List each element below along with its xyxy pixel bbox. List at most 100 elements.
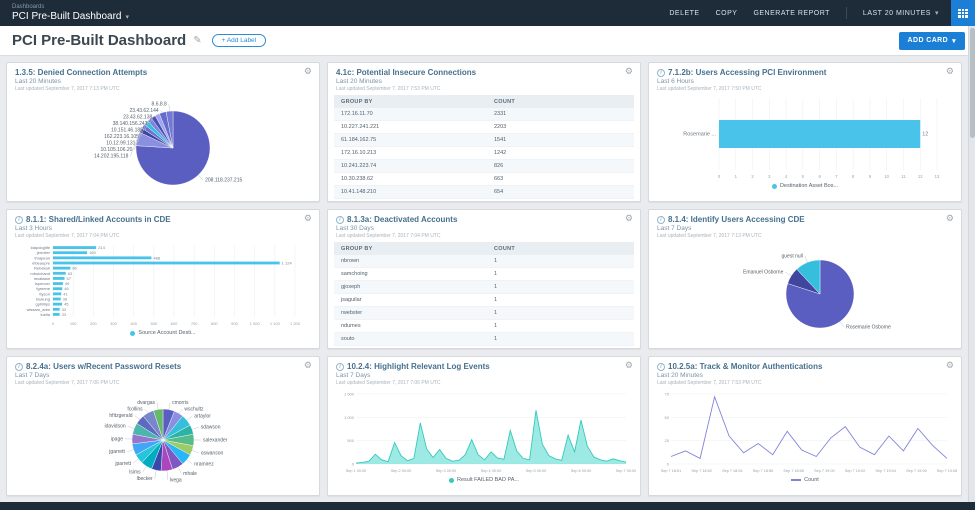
- svg-text:1 000: 1 000: [250, 321, 261, 326]
- chart-legend[interactable]: Source Account Desti...: [130, 330, 195, 336]
- svg-text:50: 50: [665, 415, 670, 420]
- column-header-count[interactable]: COUNT: [494, 246, 627, 252]
- svg-text:488: 488: [153, 255, 160, 260]
- table-row[interactable]: souto1: [334, 333, 634, 346]
- table-row[interactable]: 10.227.241.2212203: [334, 121, 634, 134]
- card-time-range: Last 7 Days: [657, 225, 953, 232]
- column-header-group-by[interactable]: GROUP BY: [341, 246, 494, 252]
- svg-text:jgarrett: jgarrett: [108, 449, 125, 455]
- info-icon[interactable]: i: [336, 363, 344, 371]
- delete-button[interactable]: DELETE: [669, 10, 699, 17]
- gear-icon[interactable]: ⚙: [946, 213, 954, 224]
- info-icon[interactable]: i: [657, 363, 665, 371]
- card-title: 1.3.5: Denied Connection Attempts: [15, 68, 147, 77]
- table-row[interactable]: jsaguilar1: [334, 294, 634, 307]
- svg-text:Sep 4 00:00: Sep 4 00:00: [481, 469, 501, 473]
- results-table: GROUP BY COUNT nbrown1samchoing1gjoseph1…: [334, 242, 634, 346]
- svg-text:salexander: salexander: [203, 438, 228, 444]
- svg-text:Sep 7 18:52: Sep 7 18:52: [691, 469, 711, 473]
- svg-text:700: 700: [191, 321, 198, 326]
- column-header-group-by[interactable]: GROUP BY: [341, 99, 494, 105]
- chevron-down-icon: ▾: [126, 14, 130, 21]
- dashboard-grid: 1.3.5: Denied Connection Attempts ⚙ Last…: [0, 56, 968, 502]
- generate-report-button[interactable]: GENERATE REPORT: [753, 10, 829, 17]
- scrollbar-thumb[interactable]: [970, 28, 975, 138]
- card-last-updated: Last updated September 7, 2017 7:13 PM U…: [15, 86, 311, 92]
- gear-icon[interactable]: ⚙: [625, 66, 633, 77]
- svg-text:0: 0: [52, 321, 55, 326]
- area-chart: 05001 0001 500Sep 1 00:00Sep 2 00:00Sep …: [334, 389, 634, 475]
- svg-text:100: 100: [70, 321, 77, 326]
- svg-text:Sep 7 19:04: Sep 7 19:04: [875, 469, 895, 473]
- gear-icon[interactable]: ⚙: [304, 66, 312, 77]
- table-row[interactable]: gjoseph1: [334, 281, 634, 294]
- gear-icon[interactable]: ⚙: [625, 213, 633, 224]
- svg-text:artaylor: artaylor: [194, 413, 211, 419]
- chart-legend[interactable]: Destination Asset Bos...: [772, 183, 838, 189]
- table-row[interactable]: 61.184.162.751541: [334, 134, 634, 147]
- table-row[interactable]: samchoing1: [334, 268, 634, 281]
- info-icon[interactable]: i: [657, 216, 665, 224]
- table-row[interactable]: 172.16.11.702331: [334, 108, 634, 121]
- time-range-dropdown[interactable]: LAST 20 MINUTES ▾: [863, 9, 939, 17]
- cell-group-by: 10.30.238.62: [341, 176, 494, 182]
- card-title: 8.2.4a: Users w/Recent Password Resets: [26, 362, 181, 371]
- svg-text:wschultz: wschultz: [184, 407, 204, 413]
- gear-icon[interactable]: ⚙: [304, 213, 312, 224]
- gear-icon[interactable]: ⚙: [946, 360, 954, 371]
- svg-text:10.105.106.20: 10.105.106.20: [100, 147, 132, 153]
- table-row[interactable]: nbrown1: [334, 255, 634, 268]
- svg-text:Sep 7 18:54: Sep 7 18:54: [722, 469, 742, 473]
- vertical-scrollbar[interactable]: [968, 26, 975, 502]
- card-title: 8.1.4: Identify Users Accessing CDE: [668, 215, 805, 224]
- card-last-updated: Last updated September 7, 2017 7:04 PM U…: [336, 233, 632, 239]
- cell-group-by: gjoseph: [341, 284, 494, 290]
- add-label-button[interactable]: + Add Label: [212, 34, 267, 47]
- table-row[interactable]: 10.41.148.210654: [334, 186, 634, 199]
- info-icon[interactable]: i: [15, 216, 23, 224]
- cell-count: 826: [494, 163, 627, 169]
- svg-text:fcollins: fcollins: [127, 406, 143, 412]
- table-row[interactable]: ndumes1: [334, 320, 634, 333]
- svg-text:33: 33: [62, 312, 67, 317]
- svg-text:Sep 7 19:02: Sep 7 19:02: [845, 469, 865, 473]
- svg-text:lbecker: lbecker: [137, 476, 153, 482]
- gear-icon[interactable]: ⚙: [304, 360, 312, 371]
- legend-swatch: [449, 478, 454, 483]
- svg-text:1 200: 1 200: [290, 321, 301, 326]
- legend-label: Result FAILED BAD PA...: [457, 477, 519, 483]
- table-row[interactable]: 10.241.223.74826: [334, 160, 634, 173]
- apps-grid-button[interactable]: [951, 0, 975, 26]
- info-icon[interactable]: i: [657, 69, 665, 77]
- svg-text:8: 8: [852, 174, 855, 179]
- add-card-button[interactable]: ADD CARD ▾: [899, 32, 965, 50]
- copy-button[interactable]: COPY: [716, 10, 738, 17]
- info-icon[interactable]: i: [336, 216, 344, 224]
- bar-chart: 012345678910111213Rosemarie ...12: [655, 95, 955, 181]
- gear-icon[interactable]: ⚙: [625, 360, 633, 371]
- cell-count: 1: [494, 297, 627, 303]
- svg-text:13: 13: [935, 174, 940, 179]
- cell-count: 1: [494, 336, 627, 342]
- svg-text:Sep 2 00:00: Sep 2 00:00: [391, 469, 411, 473]
- cell-count: 1: [494, 323, 627, 329]
- card-highlight-relevant-log-events: i 10.2.4: Highlight Relevant Log Events …: [327, 356, 641, 496]
- legend-swatch: [791, 479, 801, 481]
- info-icon[interactable]: i: [15, 363, 23, 371]
- cell-group-by: nbrown: [341, 258, 494, 264]
- chevron-down-icon: ▾: [952, 37, 956, 45]
- cell-group-by: samchoing: [341, 271, 494, 277]
- table-row[interactable]: 10.30.238.62663: [334, 173, 634, 186]
- edit-pencil-icon[interactable]: ✎: [193, 35, 201, 46]
- cell-group-by: rwebster: [341, 310, 494, 316]
- chart-legend[interactable]: Count: [791, 477, 819, 483]
- table-row[interactable]: 172.16.10.2131242: [334, 147, 634, 160]
- svg-text:Sep 7 18:51: Sep 7 18:51: [661, 469, 681, 473]
- gear-icon[interactable]: ⚙: [946, 66, 954, 77]
- table-row[interactable]: rwebster1: [334, 307, 634, 320]
- svg-text:1 500: 1 500: [344, 392, 355, 397]
- chart-legend[interactable]: Result FAILED BAD PA...: [449, 477, 519, 483]
- column-header-count[interactable]: COUNT: [494, 99, 627, 105]
- svg-text:lvega: lvega: [170, 477, 182, 483]
- dashboard-switcher[interactable]: Dashboards PCI Pre-Built Dashboard ▾: [12, 4, 129, 22]
